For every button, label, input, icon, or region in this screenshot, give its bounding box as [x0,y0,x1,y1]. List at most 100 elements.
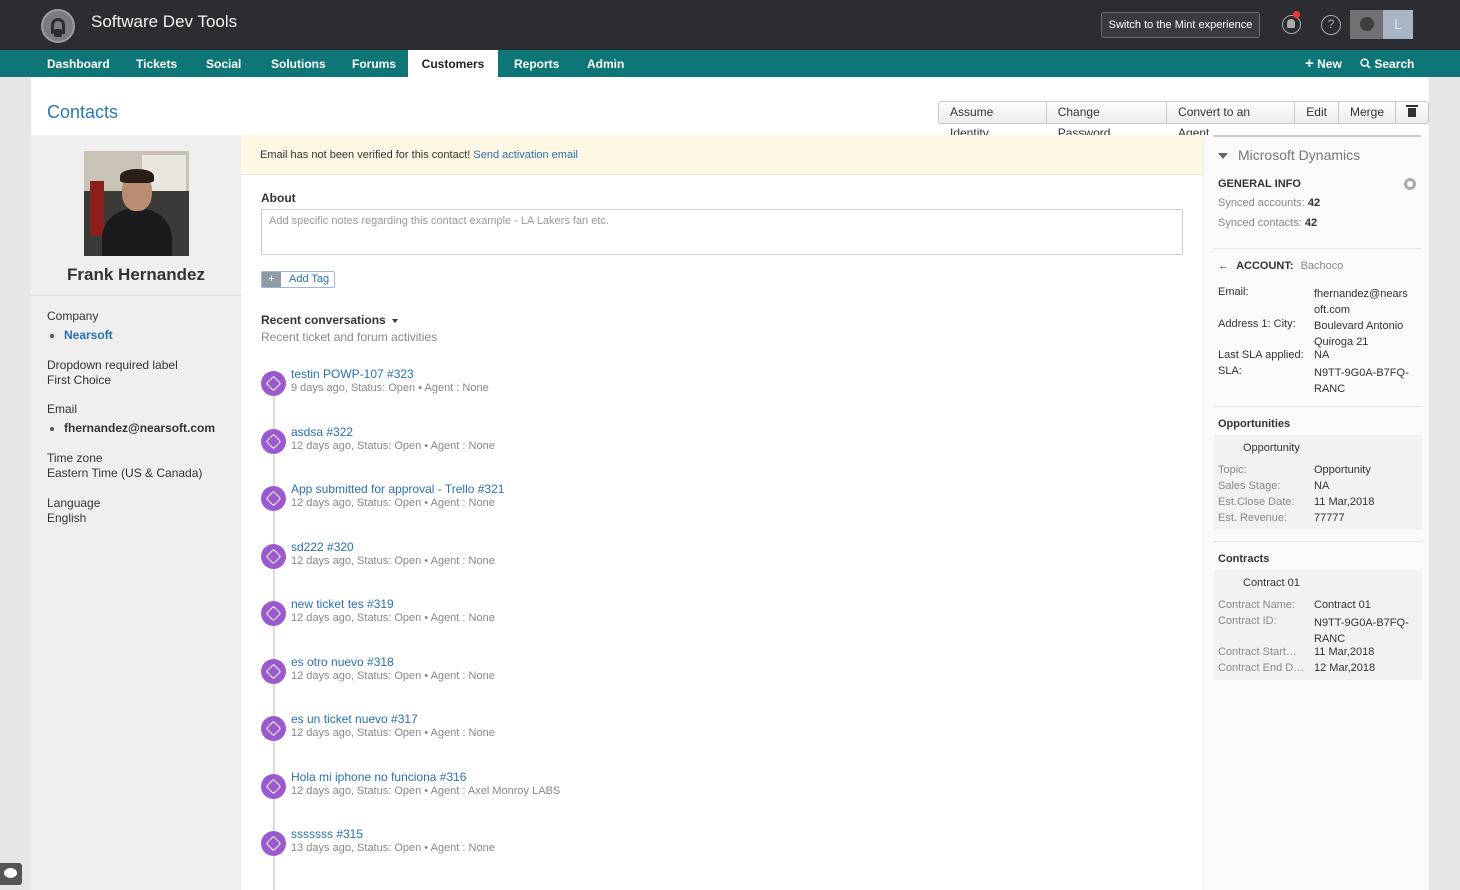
switch-mint-button[interactable]: Switch to the Mint experience [1101,12,1260,38]
conversation-title[interactable]: sssssss #315 [291,827,363,841]
convert-to-agent-button[interactable]: Convert to an Agent [1166,101,1296,140]
plus-icon: + [1305,55,1314,72]
settings-gear-icon[interactable] [1404,178,1416,190]
notifications-icon[interactable] [1282,11,1301,34]
topic-label: Topic: [1218,464,1247,476]
recent-conversations-title[interactable]: Recent conversations [261,313,398,327]
delete-button[interactable] [1395,101,1429,124]
conversation-item: asdsa #322 12 days ago, Status: Open • A… [261,425,861,465]
panel-top-border [1213,135,1421,137]
conversation-title[interactable]: sd222 #320 [291,540,354,554]
conversation-title[interactable]: es un ticket nuevo #317 [291,712,418,726]
nav-admin[interactable]: Admin [587,50,624,77]
search-icon [1360,58,1371,69]
opportunity-name[interactable]: Opportunity [1243,442,1300,454]
help-icon[interactable]: ? [1321,15,1341,35]
search-button[interactable]: Search [1360,50,1414,77]
trash-icon [1406,105,1418,117]
conversation-item: App submitted for approval - Trello #321… [261,482,861,522]
conversation-title[interactable]: testin POWP-107 #323 [291,367,414,381]
page-title: Contacts [47,102,119,122]
assume-identity-button[interactable]: Assume Identity [938,101,1047,140]
app-title: Software Dev Tools [91,12,238,31]
nav-solutions[interactable]: Solutions [271,50,326,77]
verification-alert: Email has not been verified for this con… [241,135,1203,175]
divider [1214,248,1422,249]
ticket-icon [261,371,286,396]
collapse-icon [1218,153,1228,160]
divider [1214,541,1422,542]
company-label: Company [47,309,99,323]
ticket-icon [261,659,286,684]
nav-social[interactable]: Social [206,50,241,77]
contract-start-value: 11 Mar,2018 [1314,646,1375,658]
edit-button[interactable]: Edit [1294,101,1339,124]
email-value: fhernandez@nearsoft.com [47,421,215,435]
conversation-meta: 13 days ago, Status: Open • Agent : None [291,842,495,854]
opportunities-title: Opportunities [1218,418,1291,430]
contract-name-value: Contract 01 [1314,599,1371,611]
conversation-meta: 12 days ago, Status: Open • Agent : None [291,727,495,739]
back-arrow-icon[interactable]: ← [1218,260,1229,272]
conversation-title[interactable]: Hola mi iphone no funciona #316 [291,770,466,784]
conversation-meta: 12 days ago, Status: Open • Agent : None [291,612,495,624]
contract-end-value: 12 Mar,2018 [1314,662,1376,674]
email-text: fhernandez@nearsoft.com [64,421,216,435]
recent-title-text: Recent conversations [261,313,386,327]
user-avatar[interactable]: L [1350,10,1413,39]
about-notes-input[interactable]: Add specific notes regarding this contac… [261,209,1183,255]
conversation-title[interactable]: new ticket tes #319 [291,597,394,611]
conversation-title[interactable]: App submitted for approval - Trello #321 [291,482,504,496]
contract-end-label: Contract End D… [1218,662,1305,674]
conversation-title[interactable]: es otro nuevo #318 [291,655,394,669]
new-button[interactable]: + New [1305,50,1342,77]
add-tag-button[interactable]: + Add Tag [261,271,335,288]
nav-forums[interactable]: Forums [352,50,396,77]
account-email-value: fhernandez@nears oft.com [1314,288,1408,316]
contract-name[interactable]: Contract 01 [1243,577,1300,589]
conversation-meta: 12 days ago, Status: Open • Agent : None [291,670,495,682]
conversation-title[interactable]: asdsa #322 [291,425,353,439]
account-row: ← ACCOUNT: Bachoco [1218,260,1344,272]
conversation-meta: 12 days ago, Status: Open • Agent : None [291,497,495,509]
conversation-item: es otro nuevo #318 12 days ago, Status: … [261,655,861,695]
company-link[interactable]: Nearsoft [64,328,113,342]
ticket-icon [261,544,286,569]
contact-photo [84,151,189,256]
page-content: Contacts Assume Identity Change Password… [31,77,1429,890]
nav-tickets[interactable]: Tickets [136,50,177,77]
email-label: Email [47,402,78,416]
alert-text: Email has not been verified for this con… [260,149,471,161]
ticket-icon [261,716,286,741]
timezone-label: Time zone [47,451,103,465]
chat-bubble-icon[interactable] [0,863,22,885]
contract-start-label: Contract Start… [1218,646,1297,658]
contract-id-label: Contract ID: [1218,615,1277,627]
about-label: About [261,191,296,205]
change-password-button[interactable]: Change Password [1045,101,1168,140]
company-value: Nearsoft [47,328,113,342]
dynamics-panel: Microsoft Dynamics GENERAL INFO Synced a… [1203,135,1429,890]
nav-customers[interactable]: Customers [408,50,498,77]
topic-value: Opportunity [1314,464,1371,476]
sla-label: SLA: [1218,365,1242,377]
contact-name: Frank Hernandez [67,265,205,284]
merge-button[interactable]: Merge [1337,101,1396,124]
recent-conversations-subtitle: Recent ticket and forum activities [261,330,438,344]
synced-accounts: Synced accounts: 42 [1218,197,1321,209]
dynamics-header[interactable]: Microsoft Dynamics [1218,147,1360,163]
conversation-meta: 12 days ago, Status: Open • Agent : None [291,555,495,567]
nav-reports[interactable]: Reports [514,50,559,77]
account-city-value: Boulevard Antonio Quiroga 21 [1314,320,1404,348]
conversation-item: sd222 #320 12 days ago, Status: Open • A… [261,540,861,580]
search-label: Search [1374,57,1415,71]
conversation-item: sssssss #315 13 days ago, Status: Open •… [261,827,861,867]
plus-icon: + [262,272,281,287]
top-bar: Software Dev Tools Switch to the Mint ex… [0,0,1460,50]
sales-stage-label: Sales Stage: [1218,480,1281,492]
app-logo-icon[interactable] [41,9,75,43]
send-activation-link[interactable]: Send activation email [473,149,578,161]
nav-dashboard[interactable]: Dashboard [47,50,110,77]
caret-down-icon [391,318,398,323]
last-sla-value: NA [1314,349,1330,361]
